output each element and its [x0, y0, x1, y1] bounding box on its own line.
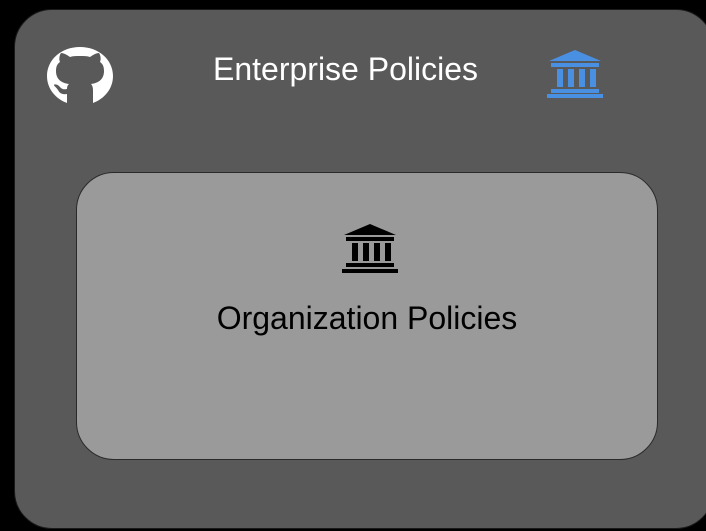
github-icon [47, 47, 113, 103]
organization-policies-title: Organization Policies [216, 300, 518, 336]
enterprise-policies-title: Enterprise Policies [213, 51, 478, 87]
enterprise-bank-icon [547, 50, 603, 98]
organization-bank-icon [342, 224, 398, 273]
